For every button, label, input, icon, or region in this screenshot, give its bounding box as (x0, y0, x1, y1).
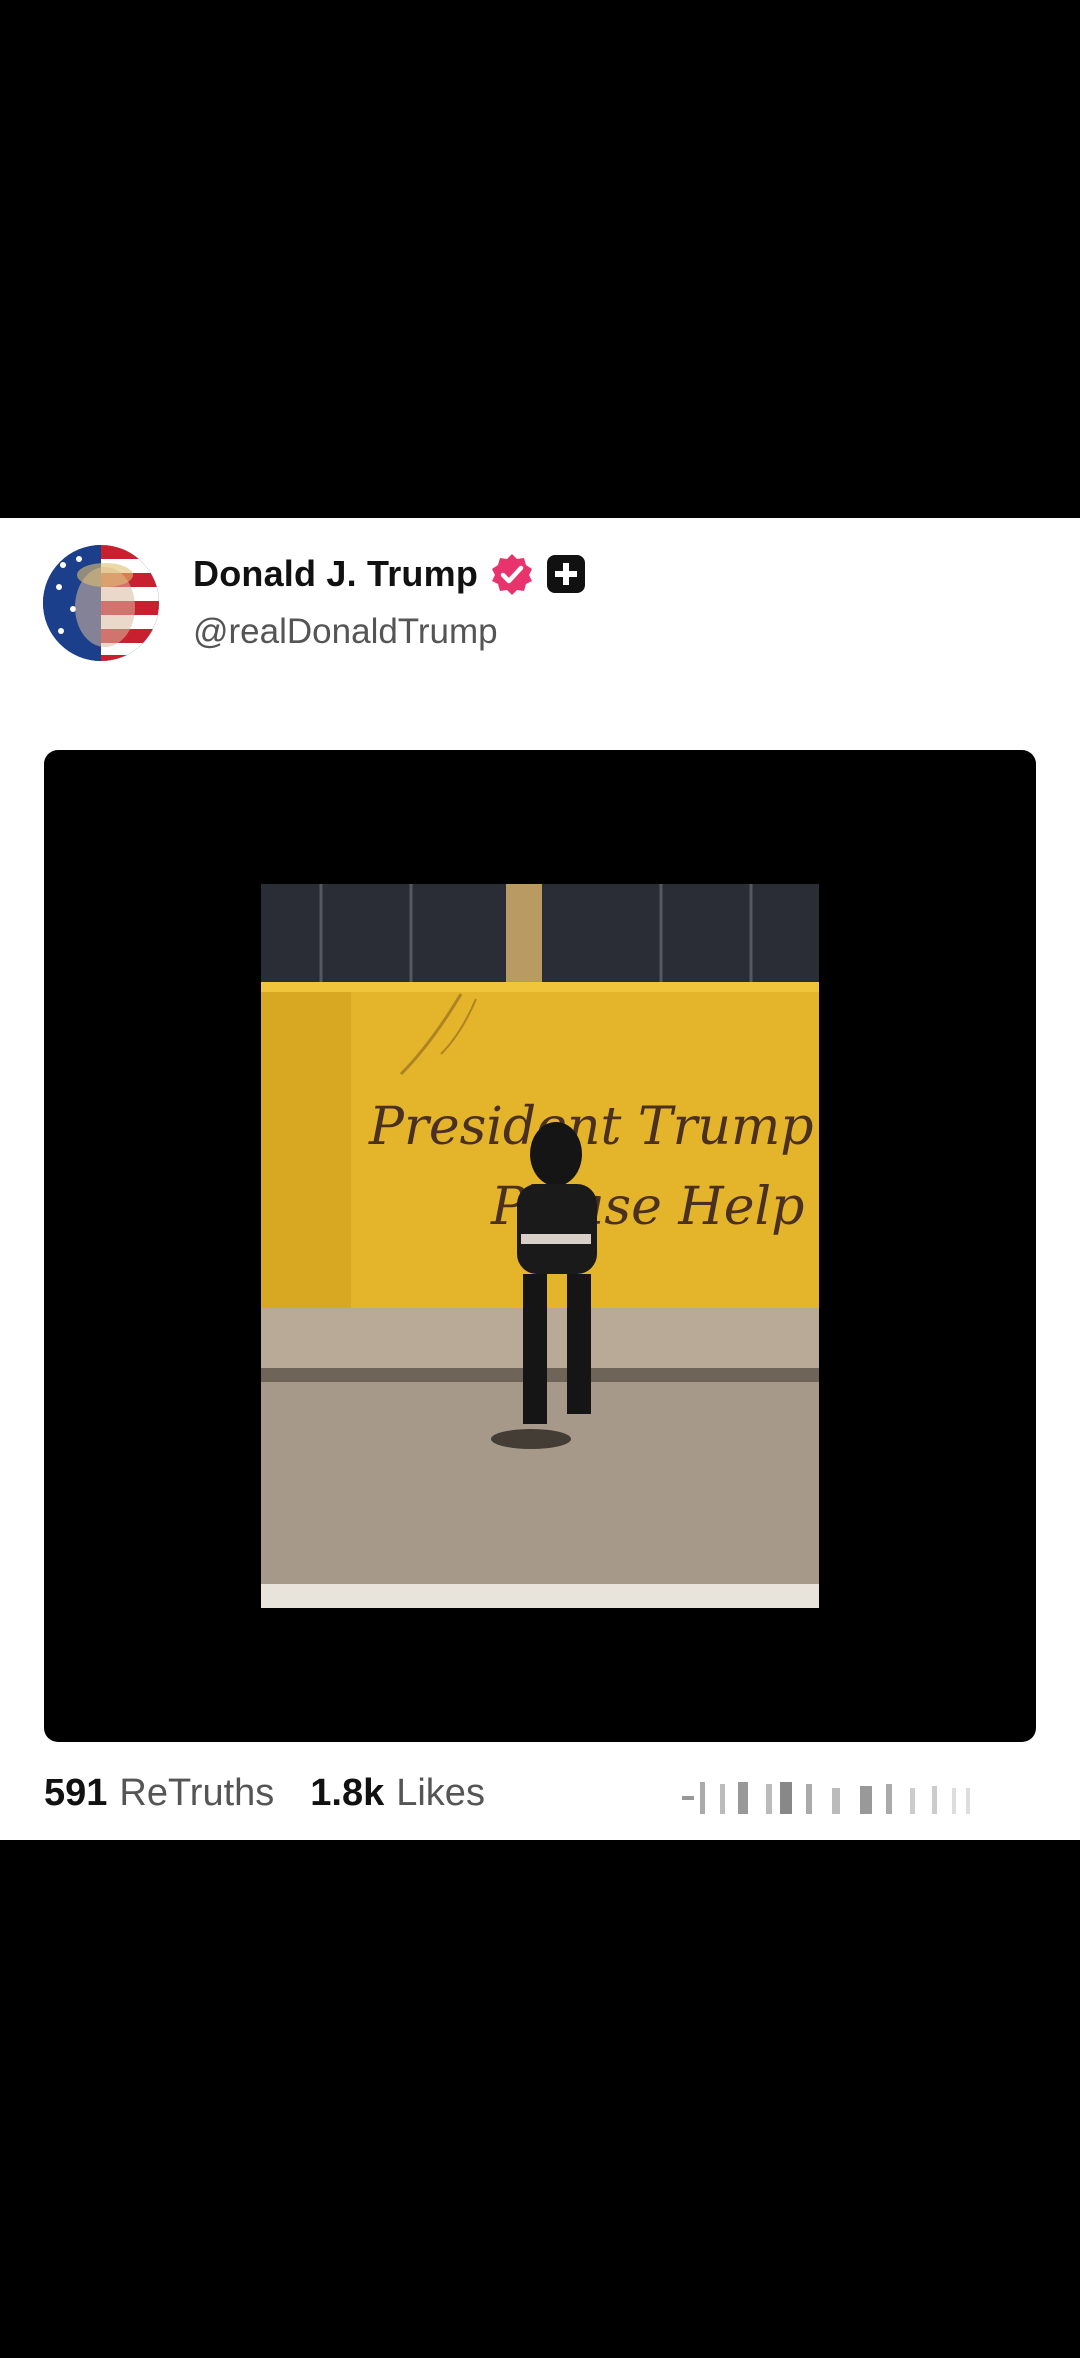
author-avatar[interactable] (43, 545, 159, 661)
likes-count[interactable]: 1.8k (310, 1772, 384, 1815)
post-video[interactable]: President Trump Please Help (44, 750, 1036, 1742)
bottom-letterbox (0, 1840, 1080, 2358)
video-still: President Trump Please Help (261, 884, 819, 1608)
author-handle[interactable]: @realDonaldTrump (193, 612, 498, 652)
retruths-count[interactable]: 591 (44, 1772, 107, 1815)
painted-text-line1: President Trump (368, 1097, 814, 1157)
top-letterbox (0, 0, 1080, 518)
video-frame: President Trump Please Help (261, 884, 819, 1608)
post-stats: 591 ReTruths 1.8k Likes (44, 1772, 485, 1815)
retruths-label[interactable]: ReTruths (119, 1772, 274, 1815)
author-name[interactable]: Donald J. Trump (193, 553, 478, 595)
flag-portrait-icon (43, 545, 159, 661)
truth-plus-icon (546, 554, 586, 594)
redacted-bars-icon (680, 1778, 1040, 1818)
verified-badge-icon (490, 552, 534, 596)
likes-label[interactable]: Likes (396, 1772, 485, 1815)
author-name-row: Donald J. Trump (193, 552, 586, 596)
